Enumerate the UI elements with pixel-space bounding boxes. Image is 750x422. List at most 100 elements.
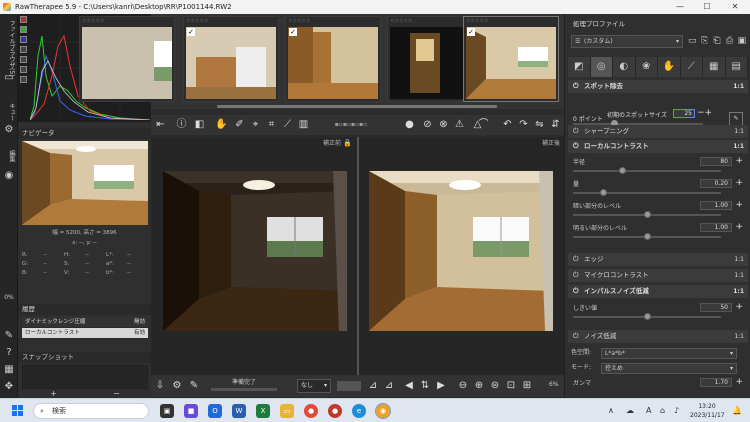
section-spot-removal[interactable]: ⏻ スポット除去 1:1 (568, 80, 748, 93)
section-microcontrast[interactable]: ⏻ マイクロコントラスト 1:1 (568, 269, 748, 282)
save-image-icon[interactable]: ⇩ (154, 380, 166, 392)
volume-icon[interactable]: ♪ (674, 406, 679, 415)
white-balance-icon[interactable]: ⌖ (249, 118, 262, 131)
maximize-button[interactable]: ☐ (697, 1, 717, 13)
thumbnail-image[interactable] (288, 27, 378, 99)
tab-metadata[interactable]: ▤ (725, 57, 748, 77)
power-icon[interactable]: ⏻ (573, 140, 579, 153)
section-sharpening[interactable]: ⏻ シャープニング 1:1 (568, 125, 748, 138)
histogram-match-icon[interactable]: ⊿ (367, 380, 379, 392)
select-checkbox[interactable]: ✓ (467, 28, 475, 36)
darkness-stepper[interactable]: + (735, 200, 743, 210)
history-header[interactable]: 履歴 (18, 304, 151, 315)
shadow-clip-icon[interactable]: ⊘ (421, 118, 434, 131)
power-icon[interactable]: ⏻ (573, 80, 579, 93)
select-checkbox[interactable]: ✓ (289, 28, 297, 36)
radius-input[interactable]: 80 (700, 157, 732, 166)
copy-profile-icon[interactable]: ⊿ (383, 380, 395, 392)
green-channel-toggle[interactable] (20, 26, 27, 33)
copy-profile-icon[interactable]: ⎗ (711, 35, 723, 48)
notification-icon[interactable]: 🔔 (732, 406, 742, 415)
darkness-input[interactable]: 1.00 (700, 201, 732, 210)
bar-toggle[interactable] (20, 76, 27, 83)
network-icon[interactable]: ⌂ (660, 406, 665, 415)
colorspace-select[interactable]: L*a*b* ▾ (601, 348, 737, 359)
section-edges[interactable]: ⏻ エッジ 1:1 (568, 253, 748, 266)
section-local-contrast[interactable]: ⏻ ローカルコントラスト 1:1 (568, 140, 748, 153)
snapshot-list[interactable] (22, 365, 148, 389)
amount-track[interactable] (573, 192, 721, 194)
taskbar-clock[interactable]: 13:20 2023/11/17 (690, 402, 725, 420)
threshold-input[interactable]: 50 (700, 303, 732, 312)
spot-size-stepper[interactable]: −+ (697, 108, 712, 118)
open-profile-icon[interactable]: ▭ (686, 35, 698, 48)
lightness-knob[interactable] (644, 233, 651, 240)
spot-size-input[interactable]: 25 (673, 109, 695, 118)
color-management-icon[interactable]: ▦ (3, 364, 15, 376)
gears-icon[interactable]: ⚙ (3, 124, 15, 136)
lightness-input[interactable]: 1.00 (700, 223, 732, 232)
background-color-icon[interactable] (337, 381, 361, 391)
history-item-selected[interactable]: ローカルコントラスト 有効 (22, 328, 148, 339)
power-icon[interactable]: ⏻ (573, 253, 579, 266)
select-checkbox[interactable]: ✓ (187, 28, 195, 36)
history-item[interactable]: ダイナミックレンジ圧縮 無効 (22, 317, 148, 328)
flip-horizontal-icon[interactable]: ⇋ (533, 118, 546, 131)
help-icon[interactable]: ? (3, 347, 15, 359)
rotate-right-icon[interactable]: ↷ (517, 118, 530, 131)
tab-advanced[interactable]: ❀ (635, 57, 658, 77)
red-channel-toggle[interactable] (20, 16, 27, 23)
tab-file-browser[interactable]: ファイルブラウザ(5) (2, 18, 16, 78)
zoom-fit-icon[interactable]: ⊡ (505, 380, 517, 392)
aperture-icon[interactable]: ◉ (3, 170, 15, 182)
lightness-stepper[interactable]: + (735, 222, 743, 232)
minimize-button[interactable]: — (670, 1, 690, 13)
rating-stars[interactable]: ☆☆☆☆☆ (186, 18, 208, 24)
rotate-left-icon[interactable]: ↶ (501, 118, 514, 131)
luminance-toggle[interactable] (20, 46, 27, 53)
film-item-selected[interactable]: ☆☆☆☆☆ ✓ (463, 16, 559, 102)
highlight-clip-icon[interactable]: ⊗ (437, 118, 450, 131)
tab-queue[interactable]: キュー (2, 100, 16, 124)
weather-icon[interactable]: ☁ (626, 406, 634, 415)
tab-local[interactable]: ✋ (658, 57, 681, 77)
mode-select[interactable]: 控えめ ▾ (601, 363, 737, 374)
teams-icon[interactable]: ■ (184, 404, 198, 418)
paste-profile-icon[interactable]: ⎙ (723, 35, 735, 48)
chrome-icon[interactable]: ● (304, 404, 318, 418)
filmstrip-scrollbar[interactable] (217, 105, 497, 108)
open-external-editor-icon[interactable]: ✎ (188, 380, 200, 392)
processing-profile-select[interactable]: ☰ (カスタム) ▾ (571, 35, 683, 48)
darkness-knob[interactable] (644, 211, 651, 218)
section-impulse-noise[interactable]: ⏻ インパルスノイズ低減 1:1 (568, 285, 748, 298)
focus-mask-icon[interactable]: ● (403, 118, 416, 131)
film-item[interactable]: ☆☆☆☆☆ (79, 16, 175, 102)
hand-tool-icon[interactable]: ✋ (215, 118, 228, 131)
reset-profile-icon[interactable]: ▣ (736, 35, 748, 48)
tab-detail[interactable]: ◎ (590, 57, 613, 77)
edge-icon[interactable]: e (352, 404, 366, 418)
after-image[interactable] (369, 171, 553, 331)
remove-snapshot-button[interactable]: − (85, 390, 148, 398)
rating-stars[interactable]: ☆☆☆☆☆ (82, 18, 104, 24)
power-icon[interactable]: ⏻ (573, 269, 579, 282)
tab-raw[interactable]: ▦ (703, 57, 726, 77)
zoom-100-icon[interactable]: ⊜ (489, 380, 501, 392)
taskbar-search[interactable]: ⌕ 検索 (33, 403, 149, 419)
rating-stars[interactable]: ☆☆☆☆☆ (288, 18, 310, 24)
zoom-out-icon[interactable]: ⊖ (457, 380, 469, 392)
rawtherapee-taskbar-icon[interactable]: ◉ (375, 403, 391, 419)
gamma-input[interactable]: 1.70 (700, 378, 732, 387)
section-noise-reduction[interactable]: ⏻ ノイズ低減 1:1 (568, 330, 748, 343)
tab-transform[interactable]: ⟋ (680, 57, 703, 77)
preview-channel-icons[interactable]: ▪▫▪▫▪▫▪▫ (323, 118, 379, 131)
straighten-icon[interactable]: ⟋ (281, 118, 294, 131)
zoom-fit-crop-icon[interactable]: ⊞ (521, 380, 533, 392)
tray-chevron-icon[interactable]: ∧ (608, 406, 614, 415)
threshold-knob[interactable] (644, 313, 651, 320)
preview-mode-select[interactable]: なし ▾ (297, 379, 331, 393)
file-explorer-icon[interactable]: ▭ (280, 404, 294, 418)
chroma-toggle[interactable] (20, 56, 27, 63)
navigator-thumbnail[interactable] (22, 141, 148, 225)
spot-edit-icon[interactable]: ✎ (729, 112, 743, 126)
